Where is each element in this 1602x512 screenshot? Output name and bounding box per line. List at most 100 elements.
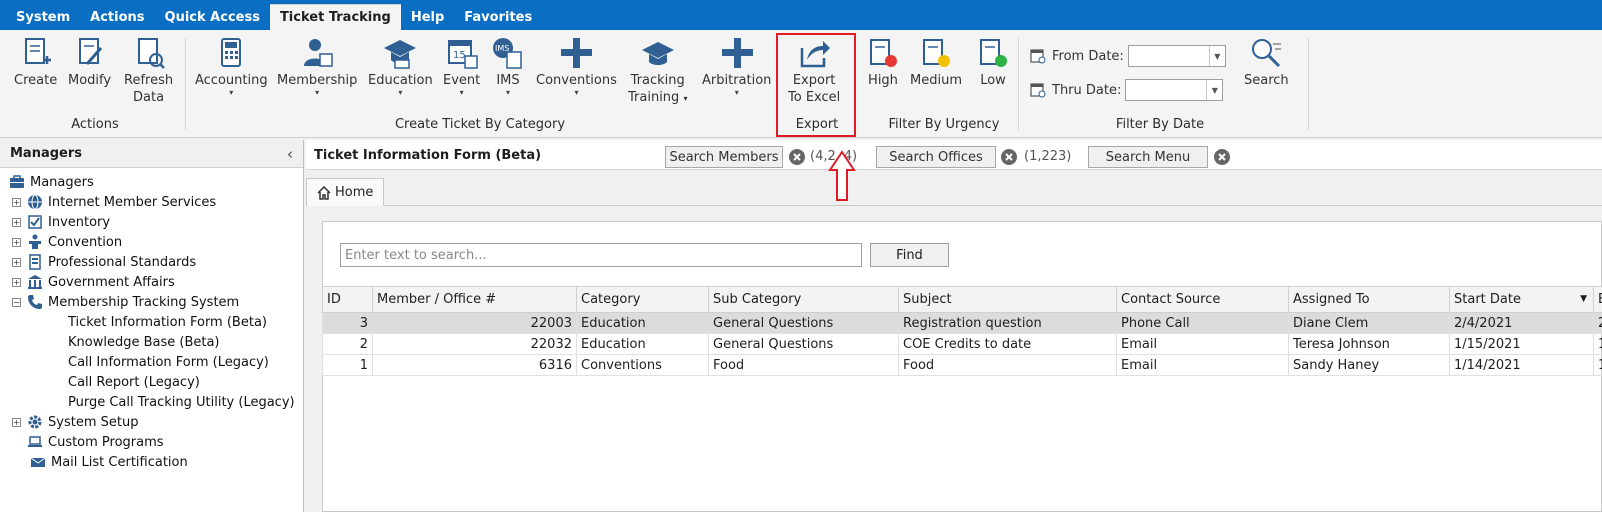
cell-subject: COE Credits to date <box>898 333 1117 355</box>
menu-tab-quick-access[interactable]: Quick Access <box>155 4 270 30</box>
from-date-input[interactable]: ▼ <box>1127 45 1226 67</box>
chevron-down-icon[interactable]: ▼ <box>1206 80 1222 100</box>
calendar-icon <box>1030 49 1046 64</box>
modify-button[interactable]: Modify <box>68 36 111 89</box>
high-urgency-button[interactable]: High <box>866 36 900 89</box>
managers-title: Managers <box>10 146 83 161</box>
tracking-training-button[interactable]: Tracking Training ▾ <box>628 36 687 107</box>
table-row[interactable]: 2 22032 Education General Questions COE … <box>322 333 1602 355</box>
tracking-label-1: Tracking <box>630 73 685 88</box>
tree-item-call-report[interactable]: Call Report (Legacy) <box>0 372 303 392</box>
event-button[interactable]: 15 Event ▾ <box>443 36 480 97</box>
tree-item-managers[interactable]: Managers <box>0 172 303 192</box>
tree-label: Government Affairs <box>48 274 175 290</box>
government-icon <box>28 275 42 289</box>
cell-assigned-to: Teresa Johnson <box>1288 333 1450 355</box>
ribbon: Create Modify Refresh Data Actions Accou… <box>0 30 1602 138</box>
globe-icon <box>28 194 42 210</box>
cell-category: Education <box>576 312 709 334</box>
chevron-down-icon[interactable]: ▼ <box>1208 46 1225 66</box>
tree-item-membership-tracking-system[interactable]: − Membership Tracking System <box>0 292 303 312</box>
refresh-data-button[interactable]: Refresh Data <box>124 36 173 106</box>
column-header-id[interactable]: ID <box>322 286 373 313</box>
tree-item-mail-list-certification[interactable]: Mail List Certification <box>0 452 303 472</box>
create-button[interactable]: Create <box>14 36 57 89</box>
membership-button[interactable]: Membership ▾ <box>277 36 357 97</box>
menu-tab-system[interactable]: System <box>6 4 80 30</box>
tree-item-custom-programs[interactable]: Custom Programs <box>0 432 303 452</box>
tree-item-ticket-information-form[interactable]: Ticket Information Form (Beta) <box>0 312 303 332</box>
arbitration-button[interactable]: Arbitration ▾ <box>702 36 771 97</box>
cell-subject: Food <box>898 354 1117 376</box>
high-label: High <box>868 73 898 88</box>
tree-item-internet-member-services[interactable]: + Internet Member Services <box>0 192 303 212</box>
expand-icon[interactable]: + <box>12 417 21 427</box>
menu-tab-help[interactable]: Help <box>401 4 454 30</box>
cell-sub-category: Food <box>708 354 899 376</box>
column-header-contact-source[interactable]: Contact Source <box>1116 286 1289 313</box>
search-button[interactable]: Search <box>1244 36 1289 89</box>
export-label-2: To Excel <box>788 90 841 105</box>
tree-item-inventory[interactable]: + Inventory <box>0 212 303 232</box>
tree-label: Professional Standards <box>48 254 197 270</box>
tree-item-call-information-form[interactable]: Call Information Form (Legacy) <box>0 352 303 372</box>
search-offices-button[interactable]: Search Offices <box>876 146 996 168</box>
search-members-button[interactable]: Search Members <box>665 146 783 168</box>
ims-button[interactable]: IMS IMS ▾ <box>491 36 525 97</box>
column-header-sub-category[interactable]: Sub Category <box>708 286 899 313</box>
table-row[interactable]: 1 6316 Conventions Food Food Email Sandy… <box>322 354 1602 376</box>
from-date-row: From Date: ▼ <box>1030 45 1226 67</box>
cell-start-date: 1/14/2021 <box>1449 354 1594 376</box>
search-input[interactable]: Enter text to search... <box>340 243 862 267</box>
education-button[interactable]: Education ▾ <box>368 36 433 97</box>
tree-item-knowledge-base[interactable]: Knowledge Base (Beta) <box>0 332 303 352</box>
find-button[interactable]: Find <box>870 243 949 267</box>
column-header-member-office[interactable]: Member / Office # <box>372 286 577 313</box>
group-separator <box>185 38 186 130</box>
graduation-cap-icon <box>641 42 674 65</box>
podium-icon <box>29 234 41 249</box>
tree-item-professional-standards[interactable]: + Professional Standards <box>0 252 303 272</box>
tree-item-system-setup[interactable]: + System Setup <box>0 412 303 432</box>
export-to-excel-button[interactable]: Export To Excel <box>788 36 840 106</box>
clear-members-icon[interactable] <box>788 148 806 166</box>
medium-urgency-button[interactable]: Medium <box>910 36 962 89</box>
column-header-category[interactable]: Category <box>576 286 709 313</box>
search-icon <box>1252 39 1282 68</box>
thru-date-input[interactable]: ▼ <box>1125 79 1224 101</box>
column-header-end-date[interactable]: En <box>1593 286 1602 313</box>
collapse-icon[interactable]: − <box>12 297 21 307</box>
column-header-assigned-to[interactable]: Assigned To <box>1288 286 1450 313</box>
expand-icon[interactable]: + <box>12 237 21 247</box>
expand-icon[interactable]: + <box>12 217 21 227</box>
table-row[interactable]: 3 22003 Education General Questions Regi… <box>322 312 1602 334</box>
expand-icon[interactable]: + <box>12 277 21 287</box>
menu-tab-ticket-tracking[interactable]: Ticket Tracking <box>269 4 401 30</box>
person-icon <box>304 39 333 67</box>
column-header-subject[interactable]: Subject <box>898 286 1117 313</box>
tree-item-convention[interactable]: + Convention <box>0 232 303 252</box>
tree-item-purge-call-tracking-utility[interactable]: Purge Call Tracking Utility (Legacy) <box>0 392 303 412</box>
low-urgency-button[interactable]: Low <box>976 36 1010 89</box>
calculator-icon <box>221 38 242 67</box>
conventions-button[interactable]: Conventions ▾ <box>536 36 617 97</box>
urgency-group-label: Filter By Urgency <box>888 117 1000 132</box>
home-tab[interactable]: Home <box>306 178 384 206</box>
medium-label: Medium <box>910 73 962 88</box>
accounting-button[interactable]: Accounting ▾ <box>195 36 268 97</box>
search-menu-button[interactable]: Search Menu <box>1088 146 1208 168</box>
expand-icon[interactable]: + <box>12 197 21 207</box>
cell-end-date: 2/ <box>1593 312 1602 334</box>
collapse-panel-icon[interactable]: ‹ <box>287 145 293 163</box>
start-date-label: Start Date <box>1454 292 1521 307</box>
menu-tab-actions[interactable]: Actions <box>80 4 154 30</box>
medium-urgency-icon <box>922 39 950 67</box>
tree-item-government-affairs[interactable]: + Government Affairs <box>0 272 303 292</box>
column-header-start-date[interactable]: Start Date ▼ <box>1449 286 1594 313</box>
tree-label: Purge Call Tracking Utility (Legacy) <box>68 394 295 410</box>
menu-tab-favorites[interactable]: Favorites <box>454 4 542 30</box>
category-group-label: Create Ticket By Category <box>394 117 566 132</box>
expand-icon[interactable]: + <box>12 257 21 267</box>
clear-offices-icon[interactable] <box>1000 148 1018 166</box>
clear-menu-icon[interactable] <box>1213 148 1231 166</box>
